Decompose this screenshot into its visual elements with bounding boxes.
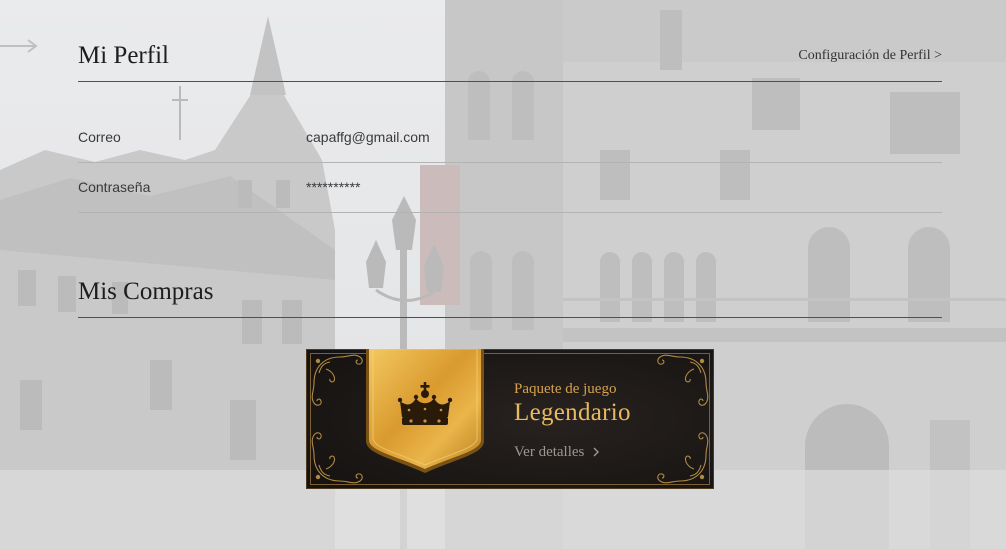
card-artwork <box>306 349 714 489</box>
view-details-label: Ver detalles <box>514 444 585 460</box>
card-subtitle: Paquete de juego <box>514 381 617 397</box>
password-value: ********** <box>306 179 361 195</box>
row-divider <box>78 212 942 213</box>
row-divider <box>78 162 942 163</box>
profile-settings-link[interactable]: Configuración de Perfil > <box>798 47 942 65</box>
view-details-link[interactable]: Ver detalles <box>514 443 600 461</box>
profile-title: Mi Perfil <box>78 42 169 69</box>
purchase-card-legendary[interactable]: Paquete de juego Legendario Ver detalles <box>306 349 714 489</box>
password-label: Contraseña <box>78 179 151 195</box>
purchases-divider <box>78 317 942 318</box>
email-value: capaffg@gmail.com <box>306 129 430 145</box>
email-label: Correo <box>78 129 121 145</box>
page: Mi Perfil Configuración de Perfil > Corr… <box>0 0 1006 549</box>
card-title: Legendario <box>514 399 631 426</box>
chevron-right-icon <box>593 447 600 457</box>
profile-divider <box>78 81 942 82</box>
purchases-title: Mis Compras <box>78 278 214 305</box>
